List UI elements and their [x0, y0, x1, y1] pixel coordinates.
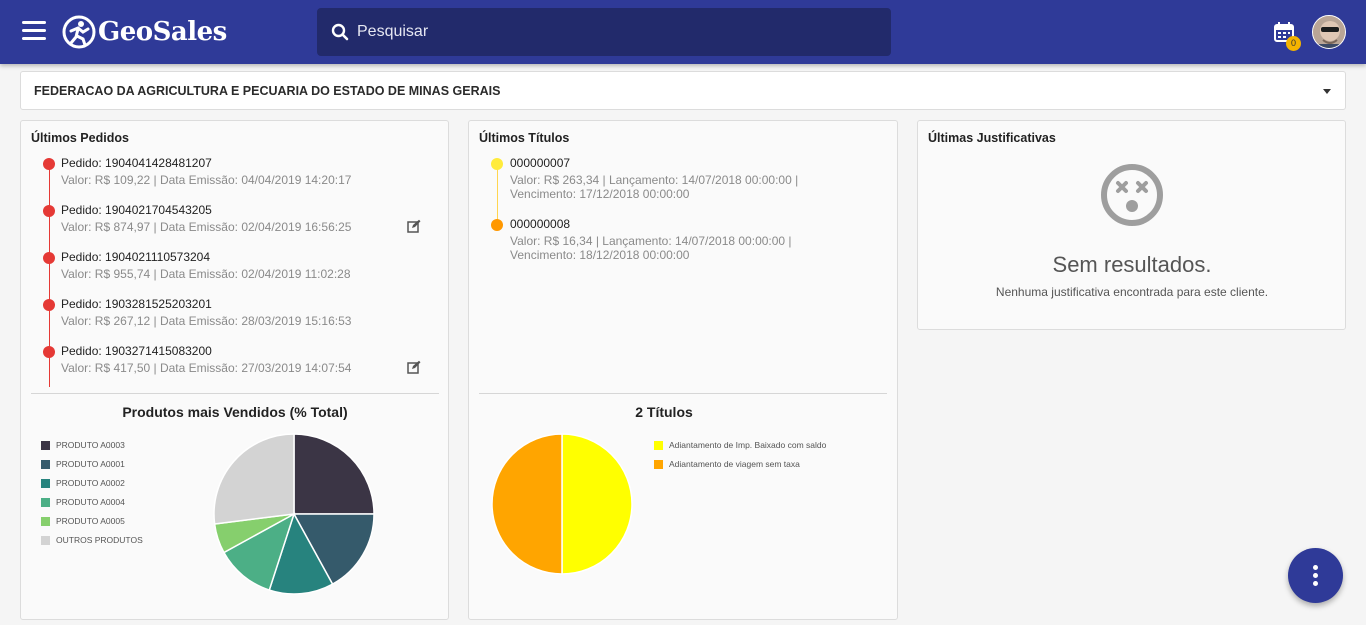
brand-logo[interactable]: GeoSales [62, 14, 227, 50]
geosales-logo-icon [62, 15, 96, 49]
title-status-dot [491, 158, 503, 170]
legend-swatch [41, 497, 50, 507]
legend-swatch [41, 478, 50, 488]
empty-state-subtitle: Nenhuma justificativa encontrada para es… [995, 285, 1269, 299]
user-avatar[interactable] [1312, 15, 1346, 49]
legend-label: PRODUTO A0003 [56, 440, 125, 450]
more-vert-icon-dot [1313, 573, 1318, 578]
titles-card: Últimos Títulos 000000007 Valor: R$ 263,… [468, 120, 898, 620]
products-pie-slice-1[interactable] [293, 433, 375, 515]
titles-timeline-line [497, 163, 498, 223]
products-chart-title: Produtos mais Vendidos (% Total) [122, 404, 348, 420]
top-app-bar: GeoSales 0 [0, 0, 1366, 64]
order-status-dot [43, 299, 55, 311]
legend-item[interactable]: PRODUTO A0003 [41, 440, 125, 450]
order-details: Valor: R$ 417,50 | Data Emissão: 27/03/2… [61, 361, 352, 375]
brand-name: GeoSales [98, 17, 227, 47]
search-input[interactable] [357, 23, 857, 41]
legend-item[interactable]: PRODUTO A0004 [41, 497, 125, 507]
order-number: Pedido: 1904021704543205 [61, 203, 212, 217]
edit-icon[interactable] [407, 360, 421, 374]
client-select[interactable]: FEDERACAO DA AGRICULTURA E PECUARIA DO E… [20, 71, 1346, 110]
legend-item[interactable]: PRODUTO A0005 [41, 516, 125, 526]
order-status-dot [43, 346, 55, 358]
legend-label: Adiantamento de Imp. Baixado com saldo [669, 440, 827, 450]
more-vert-icon-dot [1313, 565, 1318, 570]
search-bar[interactable] [317, 8, 891, 56]
legend-label: PRODUTO A0005 [56, 516, 125, 526]
order-details: Valor: R$ 955,74 | Data Emissão: 02/04/2… [61, 267, 351, 281]
legend-item[interactable]: PRODUTO A0001 [41, 459, 125, 469]
legend-label: PRODUTO A0002 [56, 478, 125, 488]
more-actions-button[interactable] [1288, 548, 1343, 603]
order-number: Pedido: 1903271415083200 [61, 344, 212, 358]
chevron-down-icon [1323, 89, 1331, 94]
legend-swatch [41, 459, 50, 469]
titles-pie-chart [491, 433, 633, 575]
order-number: Pedido: 1903281525203201 [61, 297, 212, 311]
search-icon [331, 23, 349, 41]
products-pie-slice-6[interactable] [213, 433, 295, 525]
order-status-dot [43, 252, 55, 264]
legend-label: PRODUTO A0004 [56, 497, 125, 507]
legend-item[interactable]: PRODUTO A0002 [41, 478, 125, 488]
order-number: Pedido: 1904041428481207 [61, 156, 212, 170]
order-details: Valor: R$ 109,22 | Data Emissão: 04/04/2… [61, 173, 352, 187]
legend-label: OUTROS PRODUTOS [56, 535, 143, 545]
title-details: Valor: R$ 263,34 | Lançamento: 14/07/201… [510, 173, 798, 201]
order-status-dot [43, 158, 55, 170]
justifications-card-title: Últimas Justificativas [928, 131, 1056, 145]
legend-swatch [654, 459, 663, 469]
legend-swatch [41, 535, 50, 545]
title-due-line: Vencimento: 18/12/2018 00:00:00 [510, 248, 690, 262]
title-value-line: Valor: R$ 16,34 | Lançamento: 14/07/2018… [510, 234, 792, 248]
title-status-dot [491, 219, 503, 231]
legend-item[interactable]: Adiantamento de Imp. Baixado com saldo [654, 440, 826, 450]
divider [31, 393, 439, 394]
order-status-dot [43, 205, 55, 217]
dizzy-face-icon [1101, 164, 1163, 226]
legend-label: PRODUTO A0001 [56, 459, 125, 469]
order-details: Valor: R$ 874,97 | Data Emissão: 02/04/2… [61, 220, 352, 234]
hamburger-menu-icon[interactable] [22, 21, 46, 43]
order-number: Pedido: 1904021110573204 [61, 250, 211, 264]
empty-state-title: Sem resultados. [1052, 252, 1212, 277]
edit-icon[interactable] [407, 219, 421, 233]
divider [479, 393, 887, 394]
order-details: Valor: R$ 267,12 | Data Emissão: 28/03/2… [61, 314, 352, 328]
title-number: 000000007 [510, 156, 571, 170]
titles-pie-slice-1[interactable] [561, 433, 633, 575]
title-details: Valor: R$ 16,34 | Lançamento: 14/07/2018… [510, 234, 792, 262]
more-vert-icon-dot [1313, 581, 1318, 586]
avatar-image [1313, 16, 1345, 48]
legend-item[interactable]: OUTROS PRODUTOS [41, 535, 143, 545]
title-number: 000000008 [510, 217, 571, 231]
orders-card: Últimos Pedidos Pedido: 1904041428481207… [20, 120, 449, 620]
client-select-value: FEDERACAO DA AGRICULTURA E PECUARIA DO E… [34, 83, 501, 98]
titles-pie-slice-2[interactable] [491, 433, 563, 575]
notification-badge: 0 [1286, 36, 1301, 51]
legend-item[interactable]: Adiantamento de viagem sem taxa [654, 459, 800, 469]
legend-swatch [41, 516, 50, 526]
legend-swatch [41, 440, 50, 450]
products-pie-chart [213, 433, 375, 595]
title-due-line: Vencimento: 17/12/2018 00:00:00 [510, 187, 690, 201]
justifications-card: Últimas Justificativas Sem resultados. N… [917, 120, 1346, 330]
titles-chart-title: 2 Títulos [635, 404, 693, 420]
titles-card-title: Últimos Títulos [479, 131, 570, 145]
orders-card-title: Últimos Pedidos [31, 131, 129, 145]
title-value-line: Valor: R$ 263,34 | Lançamento: 14/07/201… [510, 173, 799, 187]
legend-label: Adiantamento de viagem sem taxa [669, 459, 800, 469]
legend-swatch [654, 440, 663, 450]
